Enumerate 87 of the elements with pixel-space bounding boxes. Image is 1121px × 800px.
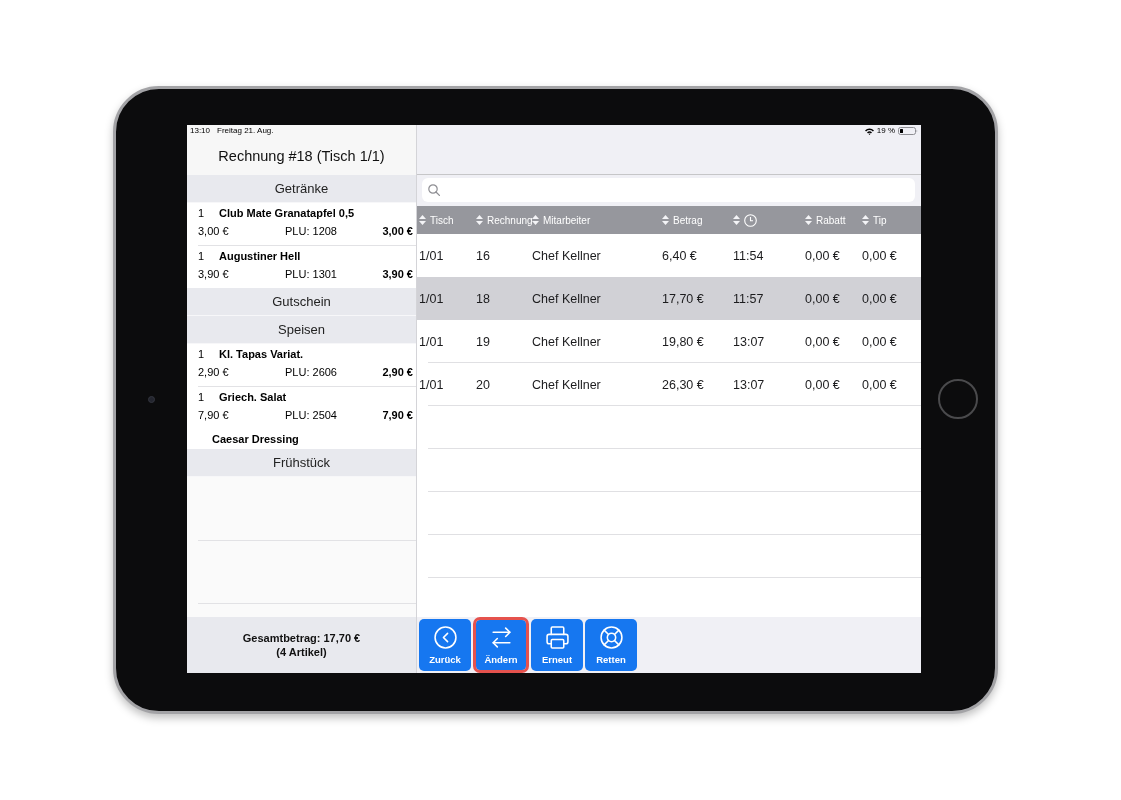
order-title: Rechnung #18 (Tisch 1/1) bbox=[218, 148, 385, 164]
item-quantity: 1 bbox=[198, 391, 205, 403]
category-header: Frühstück bbox=[187, 449, 416, 477]
table-row[interactable]: 1/01 18 Chef Kellner 17,70 € 11:57 0,00 € 0,00 € bbox=[417, 277, 921, 320]
category-header: Speisen bbox=[187, 316, 416, 344]
item-name: Kl. Tapas Variat. bbox=[219, 348, 304, 360]
item-plu: PLU: 2606 bbox=[285, 366, 337, 378]
search-field[interactable] bbox=[422, 178, 915, 202]
item-name: Augustiner Hell bbox=[219, 250, 301, 262]
battery-icon bbox=[898, 127, 918, 135]
table-cell: 0,00 € bbox=[862, 334, 897, 349]
category-header: Gutschein bbox=[187, 288, 416, 316]
table-cell: 0,00 € bbox=[862, 248, 897, 263]
table-cell: 0,00 € bbox=[805, 377, 840, 392]
table-cell: 6,40 € bbox=[662, 248, 697, 263]
item-plu: PLU: 1208 bbox=[285, 225, 337, 237]
column-header[interactable] bbox=[731, 211, 757, 229]
table-cell: 1/01 bbox=[419, 248, 444, 263]
item-quantity: 1 bbox=[198, 250, 205, 262]
category-header: Getränke bbox=[187, 175, 416, 203]
table-cell: 0,00 € bbox=[862, 291, 897, 306]
item-total: 2,90 € bbox=[382, 366, 413, 378]
circle-chevron-left-icon bbox=[432, 625, 458, 650]
table-cell: Chef Kellner bbox=[532, 334, 601, 349]
table-cell: 0,00 € bbox=[805, 334, 840, 349]
table-cell: 11:57 bbox=[733, 291, 764, 306]
column-header[interactable]: Rechnung bbox=[474, 211, 533, 229]
lifebuoy-icon bbox=[598, 625, 624, 650]
status-time: 13:10 bbox=[190, 126, 211, 136]
toolbar-button[interactable]: Retten bbox=[585, 619, 637, 671]
sort-icon bbox=[476, 215, 483, 225]
item-quantity: 1 bbox=[198, 207, 205, 219]
table-cell: Chef Kellner bbox=[532, 248, 601, 263]
table-cell: 19,80 € bbox=[662, 334, 704, 349]
table-cell: Chef Kellner bbox=[532, 377, 601, 392]
order-total: Gesamtbetrag: 17,70 € bbox=[242, 631, 361, 645]
table-cell: 0,00 € bbox=[862, 377, 897, 392]
toolbar-button[interactable]: Erneut bbox=[531, 619, 583, 671]
column-header[interactable]: Rabatt bbox=[803, 211, 846, 229]
toolbar-button[interactable]: Zurück bbox=[419, 619, 471, 671]
table-cell: 0,00 € bbox=[805, 248, 840, 263]
sort-icon bbox=[862, 215, 869, 225]
sort-icon bbox=[733, 215, 740, 225]
item-name: Club Mate Granatapfel 0,5 bbox=[219, 207, 355, 219]
table-cell: 19 bbox=[476, 334, 490, 349]
status-date: Freitag 21. Aug. bbox=[217, 126, 274, 136]
printer-icon bbox=[544, 625, 570, 650]
item-plu: PLU: 2504 bbox=[285, 409, 337, 421]
item-unit-price: 3,90 € bbox=[198, 268, 229, 280]
table-cell: 1/01 bbox=[419, 377, 444, 392]
column-header[interactable]: Betrag bbox=[660, 211, 703, 229]
item-unit-price: 7,90 € bbox=[198, 409, 229, 421]
wifi-icon bbox=[864, 127, 874, 135]
table-cell: 0,00 € bbox=[805, 291, 840, 306]
table-cell: 26,30 € bbox=[662, 377, 704, 392]
column-header[interactable]: Tip bbox=[860, 211, 887, 229]
item-modifier: Caesar Dressing bbox=[212, 433, 299, 445]
table-cell: 13:07 bbox=[733, 334, 765, 349]
item-quantity: 1 bbox=[198, 348, 205, 360]
column-header[interactable]: Tisch bbox=[417, 211, 454, 229]
sort-icon bbox=[662, 215, 669, 225]
search-icon bbox=[428, 184, 440, 196]
item-plu: PLU: 1301 bbox=[285, 268, 337, 280]
item-total: 7,90 € bbox=[382, 409, 413, 421]
article-count: (4 Artikel) bbox=[276, 645, 327, 659]
table-cell: Chef Kellner bbox=[532, 291, 601, 306]
camera-icon bbox=[148, 395, 155, 403]
sort-icon bbox=[419, 215, 426, 225]
item-unit-price: 3,00 € bbox=[198, 225, 229, 237]
item-unit-price: 2,90 € bbox=[198, 366, 229, 378]
table-cell: 17,70 € bbox=[662, 291, 704, 306]
table-cell: 20 bbox=[476, 377, 490, 392]
sort-icon bbox=[532, 215, 539, 225]
clock-icon bbox=[744, 213, 757, 227]
item-total: 3,00 € bbox=[382, 225, 413, 237]
home-button-icon bbox=[938, 379, 978, 419]
item-total: 3,90 € bbox=[382, 268, 413, 280]
battery-percent: 19 % bbox=[876, 126, 895, 136]
table-cell: 1/01 bbox=[419, 334, 444, 349]
table-cell: 18 bbox=[476, 291, 490, 306]
table-cell: 13:07 bbox=[733, 377, 765, 392]
table-cell: 16 bbox=[476, 248, 490, 263]
item-name: Griech. Salat bbox=[219, 391, 287, 403]
toolbar-button[interactable]: Ändern bbox=[473, 617, 529, 673]
table-cell: 11:54 bbox=[733, 248, 764, 263]
sort-icon bbox=[805, 215, 812, 225]
table-cell: 1/01 bbox=[419, 291, 444, 306]
